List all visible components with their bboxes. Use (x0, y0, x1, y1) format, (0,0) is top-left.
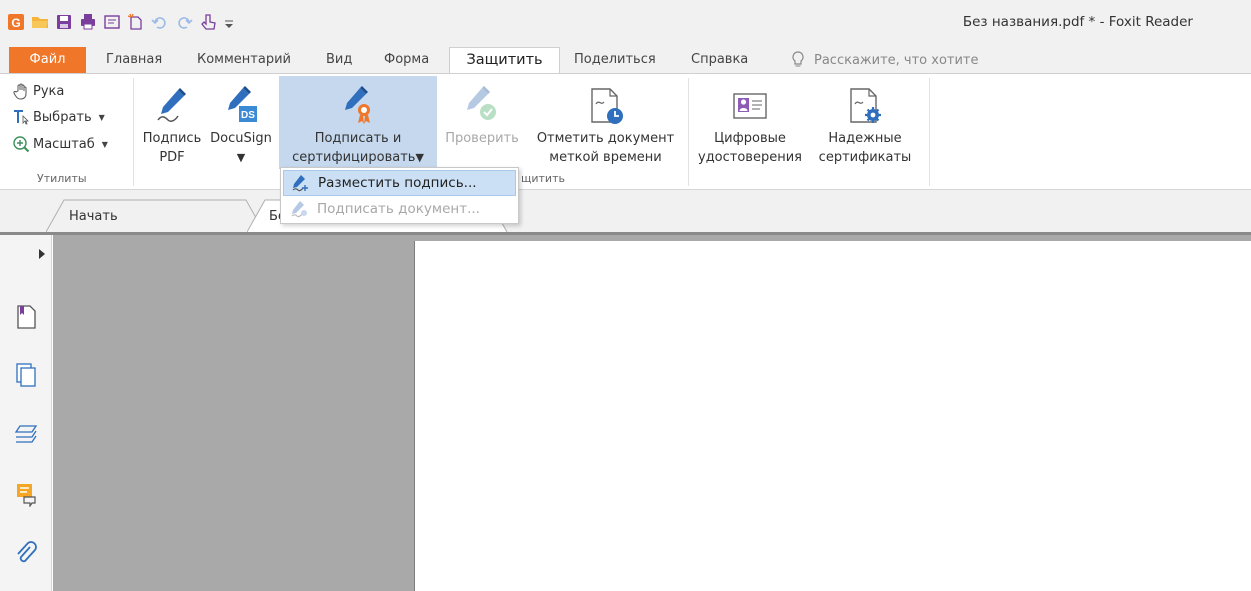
digital-ids-button[interactable]: Цифровые удостоверения (694, 76, 806, 166)
layers-icon[interactable] (12, 421, 40, 449)
digital-ids-label-1: Цифровые (714, 131, 786, 146)
tab-start[interactable]: Начать (69, 202, 118, 232)
sign-certify-label-2: сертифицировать▼ (292, 150, 424, 165)
select-text-icon (14, 110, 29, 125)
docusign-label: DocuSign (210, 131, 272, 146)
trusted-certificate-icon (850, 88, 881, 123)
sign-document-menu-item[interactable]: Подписать документ... (283, 196, 516, 222)
verify-button[interactable]: Проверить (440, 76, 524, 147)
tab-protect[interactable]: Защитить (449, 47, 560, 75)
digital-id-icon (733, 93, 767, 119)
verify-label: Проверить (445, 131, 519, 146)
docusign-icon: DS (228, 86, 257, 122)
tell-me-placeholder: Расскажите, что хотите (814, 52, 979, 68)
print-icon[interactable] (78, 11, 98, 33)
select-label: Выбрать (33, 109, 92, 125)
place-signature-icon (292, 175, 308, 192)
timestamp-label-2: меткой времени (549, 150, 662, 165)
pdf-page[interactable] (414, 241, 1251, 591)
attachments-icon[interactable] (12, 540, 40, 568)
select-tool[interactable]: Выбрать ▼ (12, 106, 105, 128)
docusign-button[interactable]: DS DocuSign ▼ (207, 76, 275, 166)
tab-file[interactable]: Файл (9, 47, 86, 73)
redo-icon[interactable] (174, 11, 194, 33)
zoom-caret-icon: ▼ (101, 139, 108, 149)
place-signature-menu-item[interactable]: Разместить подпись... (283, 170, 516, 196)
sign-pdf-button[interactable]: Подпись PDF (140, 76, 204, 166)
sign-and-certify-button[interactable]: Подписать и сертифицировать▼ (279, 76, 437, 169)
group-divider (133, 78, 134, 186)
touch-mode-icon[interactable] (198, 11, 218, 33)
svg-text:DS: DS (241, 110, 255, 121)
sign-certify-dropdown: Разместить подпись... Подписать документ… (280, 167, 519, 224)
timestamp-document-button[interactable]: Отметить документ меткой времени (528, 76, 683, 166)
tab-share[interactable]: Поделиться (574, 47, 656, 74)
group-divider (688, 78, 689, 186)
ribbon-protect: Рука Выбрать ▼ Масштаб ▼ Утилиты Подпись P… (0, 73, 1251, 190)
docusign-caret-icon: ▼ (236, 151, 246, 164)
customize-icon[interactable] (222, 11, 236, 33)
tell-me-search[interactable]: Расскажите, что хотите (790, 47, 979, 73)
verify-pen-icon (467, 86, 496, 120)
properties-icon[interactable] (102, 11, 122, 33)
digital-ids-label-2: удостоверения (698, 150, 802, 165)
pages-icon[interactable] (12, 361, 40, 389)
certify-pen-icon (345, 86, 370, 124)
timestamp-label-1: Отметить документ (536, 131, 675, 146)
expand-panel-icon[interactable] (38, 249, 46, 259)
lightbulb-icon (792, 51, 804, 67)
new-icon[interactable] (126, 11, 146, 33)
tab-help[interactable]: Справка (691, 47, 748, 74)
select-caret-icon: ▼ (98, 112, 105, 122)
tab-comment[interactable]: Комментарий (197, 47, 291, 74)
zoom-icon (13, 136, 30, 153)
hand-icon (13, 83, 27, 100)
menu-tabs: Файл Главная Комментарий Вид Форма Защит… (0, 44, 1251, 75)
save-icon[interactable] (54, 11, 74, 33)
window-title: Без названия.pdf * - Foxit Reader (962, 14, 1193, 30)
hand-label: Рука (33, 83, 65, 99)
undo-icon[interactable] (150, 11, 170, 33)
quick-access-toolbar: G (6, 8, 236, 36)
navigation-panel (0, 235, 52, 591)
timestamp-icon (590, 88, 623, 124)
tab-form[interactable]: Форма (384, 47, 429, 74)
sign-pdf-label-1: Подпись (142, 131, 202, 146)
utilities-group-label: Утилиты (37, 172, 87, 185)
tab-view[interactable]: Вид (326, 47, 352, 74)
comments-icon[interactable] (12, 480, 40, 508)
sign-document-label: Подписать документ... (317, 201, 480, 217)
sign-document-icon (291, 201, 307, 218)
pen-signature-icon (157, 88, 186, 122)
trusted-certificates-button[interactable]: Надежные сертификаты (807, 76, 923, 166)
zoom-label: Масштаб (33, 136, 95, 152)
place-signature-label: Разместить подпись... (318, 175, 477, 191)
title-bar: G Без названия.pdf * - Foxit Reader (0, 0, 1251, 44)
sign-pdf-label-2: PDF (159, 150, 185, 165)
open-folder-icon[interactable] (30, 11, 50, 33)
trusted-certs-label-2: сертификаты (818, 150, 912, 165)
tab-home[interactable]: Главная (106, 47, 162, 74)
trusted-certs-label-1: Надежные (828, 131, 902, 146)
group-divider (929, 78, 930, 186)
protect-group-label: щитить (521, 172, 565, 185)
hand-tool[interactable]: Рука (12, 80, 64, 102)
foxit-logo-icon[interactable]: G (6, 11, 26, 33)
svg-text:G: G (11, 16, 20, 30)
bookmarks-icon[interactable] (12, 303, 40, 331)
zoom-tool[interactable]: Масштаб ▼ (12, 133, 108, 155)
document-viewport[interactable] (53, 235, 1251, 591)
sign-certify-label-1: Подписать и (314, 131, 402, 146)
document-tabs: Начать Без названия.pdf (0, 190, 1251, 235)
